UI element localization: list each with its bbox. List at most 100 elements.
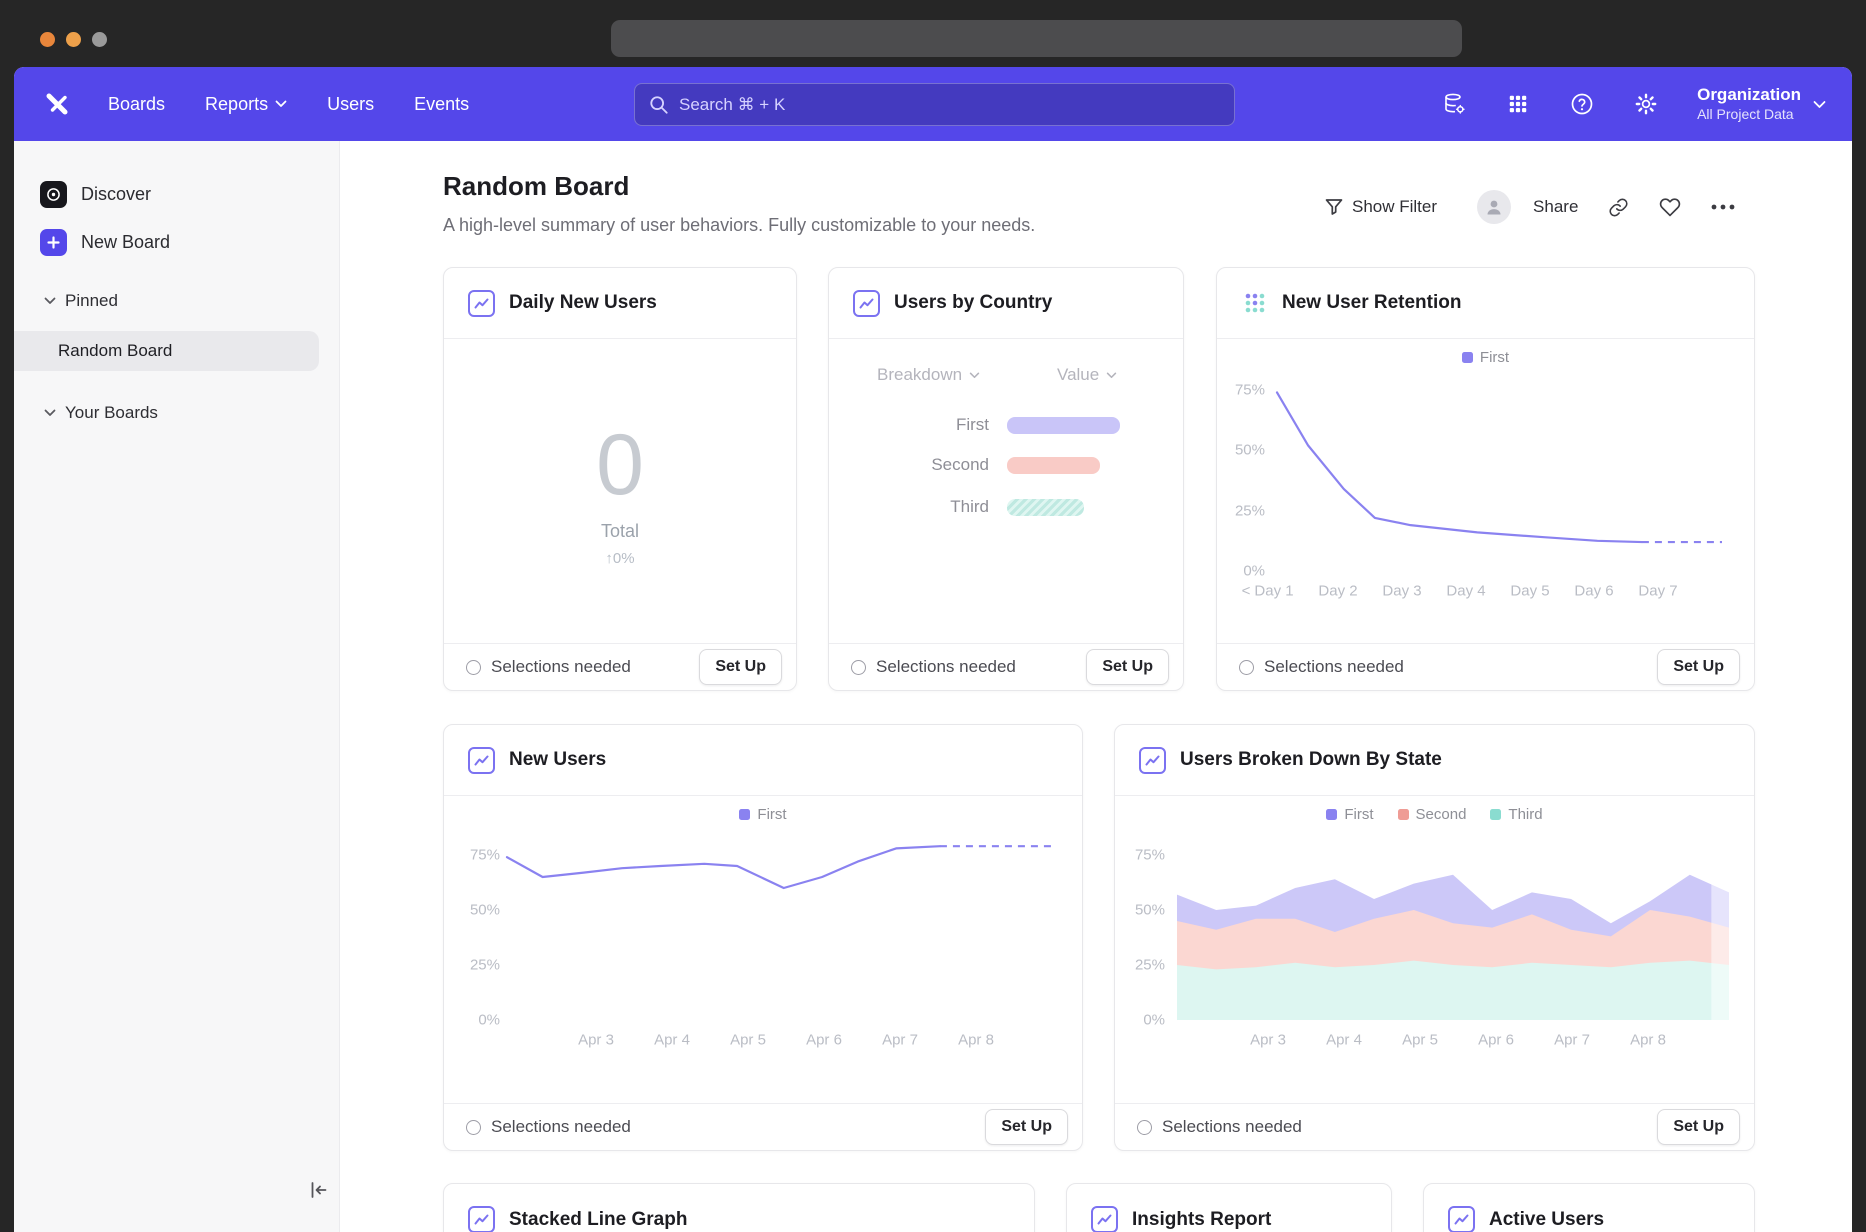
card-header: Stacked Line Graph xyxy=(444,1184,1034,1232)
status-text: Selections needed xyxy=(1264,657,1404,677)
search-input[interactable] xyxy=(679,95,1220,115)
setup-button[interactable]: Set Up xyxy=(1657,1109,1740,1145)
metric-delta: ↑0% xyxy=(605,550,634,567)
card-body: 0 Total ↑0% xyxy=(444,339,796,643)
value-bar[interactable] xyxy=(1007,417,1120,434)
window-zoom-button[interactable] xyxy=(92,32,107,47)
page-title: Random Board xyxy=(443,171,629,202)
legend-item[interactable]: First xyxy=(739,806,786,823)
sidebar-section-your-boards[interactable]: Your Boards xyxy=(44,403,158,423)
country-row: Second xyxy=(829,457,1183,474)
status-text: Selections needed xyxy=(491,1117,631,1137)
retention-chart: 75%50%25%0%<Day 1Day 2Day 3Day 4Day 5Day… xyxy=(1217,379,1756,614)
card-new-user-retention: New User Retention First 75%50%25%0%<Day… xyxy=(1216,267,1755,691)
search-bar[interactable] xyxy=(634,83,1235,126)
card-body: FirstSecondThird 75%50%25%0%Apr 3Apr 4Ap… xyxy=(1115,796,1754,1103)
setup-button[interactable]: Set Up xyxy=(1657,649,1740,685)
card-title[interactable]: Daily New Users xyxy=(509,292,657,314)
legend-swatch xyxy=(1398,809,1409,820)
legend-label: Second xyxy=(1416,806,1467,823)
copy-link-icon[interactable] xyxy=(1608,197,1629,218)
more-options-icon[interactable] xyxy=(1711,204,1735,210)
new-users-plot xyxy=(444,836,1084,1066)
breakdown-dropdown[interactable]: Breakdown xyxy=(877,365,980,385)
legend-item[interactable]: First xyxy=(1326,806,1373,823)
window-close-button[interactable] xyxy=(40,32,55,47)
discover-compass-icon xyxy=(40,181,67,208)
card-title[interactable]: Users by Country xyxy=(894,292,1052,314)
sidebar-item-random-board[interactable]: Random Board xyxy=(14,331,319,371)
org-switcher[interactable]: Organization All Project Data xyxy=(1697,85,1801,122)
nav-item-reports[interactable]: Reports xyxy=(205,94,287,115)
chart-legend: First xyxy=(444,806,1082,823)
metric-value: 0 xyxy=(596,416,644,515)
avatar[interactable] xyxy=(1477,190,1511,224)
org-name: Organization xyxy=(1697,85,1801,105)
setup-button[interactable]: Set Up xyxy=(1086,649,1169,685)
favorite-heart-icon[interactable] xyxy=(1659,197,1681,217)
line-chart-icon xyxy=(1091,1206,1118,1232)
card-insights-report: Insights Report xyxy=(1066,1183,1392,1232)
card-title[interactable]: Insights Report xyxy=(1132,1209,1271,1231)
metric-caption: Total xyxy=(601,521,639,542)
card-header: New User Retention xyxy=(1217,268,1754,339)
card-header: Active Users xyxy=(1424,1184,1754,1232)
line-chart-icon xyxy=(468,747,495,774)
status-text: Selections needed xyxy=(876,657,1016,677)
card-body: Breakdown Value First Second Third xyxy=(829,339,1183,643)
sidebar-section-pinned[interactable]: Pinned xyxy=(44,291,118,311)
nav-item-boards[interactable]: Boards xyxy=(108,94,165,115)
chart-legend: First xyxy=(1217,349,1754,366)
sidebar-item-discover[interactable]: Discover xyxy=(40,181,151,208)
legend-item[interactable]: First xyxy=(1462,349,1509,366)
card-title[interactable]: New Users xyxy=(509,749,606,771)
settings-gear-icon[interactable] xyxy=(1633,91,1659,117)
value-bar[interactable] xyxy=(1007,499,1084,516)
card-daily-new-users: Daily New Users 0 Total ↑0% Selections n… xyxy=(443,267,797,691)
browser-address-bar[interactable] xyxy=(611,20,1462,57)
share-button[interactable]: Share xyxy=(1533,197,1578,217)
legend-item[interactable]: Third xyxy=(1490,806,1542,823)
value-bar[interactable] xyxy=(1007,457,1100,474)
card-title[interactable]: Active Users xyxy=(1489,1209,1604,1231)
nav-item-events[interactable]: Events xyxy=(414,94,469,115)
show-filter-button[interactable]: Show Filter xyxy=(1352,197,1437,217)
setup-button[interactable]: Set Up xyxy=(699,649,782,685)
new-users-chart: 75%50%25%0%Apr 3Apr 4Apr 5Apr 6Apr 7Apr … xyxy=(444,836,1084,1066)
chevron-down-icon xyxy=(275,100,287,108)
sidebar-item-new-board[interactable]: New Board xyxy=(40,229,170,256)
chevron-down-icon xyxy=(969,372,980,379)
legend-label: First xyxy=(1344,806,1373,823)
filter-funnel-icon[interactable] xyxy=(1324,197,1344,217)
chevron-down-icon[interactable] xyxy=(1813,100,1826,109)
mixpanel-logo[interactable] xyxy=(42,89,72,119)
value-dropdown[interactable]: Value xyxy=(1057,365,1117,385)
chevron-down-icon xyxy=(44,297,56,305)
status-text: Selections needed xyxy=(1162,1117,1302,1137)
card-title[interactable]: Users Broken Down By State xyxy=(1180,749,1442,771)
line-chart-icon xyxy=(1139,747,1166,774)
card-header: Daily New Users xyxy=(444,268,796,339)
card-title[interactable]: Stacked Line Graph xyxy=(509,1209,687,1231)
chevron-down-icon xyxy=(44,409,56,417)
card-footer: Selections needed Set Up xyxy=(1217,643,1754,690)
collapse-sidebar-icon[interactable] xyxy=(306,1178,330,1202)
your-boards-section-label: Your Boards xyxy=(65,403,158,423)
card-title[interactable]: New User Retention xyxy=(1282,292,1461,314)
row-label: First xyxy=(849,415,989,435)
window-minimize-button[interactable] xyxy=(66,32,81,47)
status-circle-icon xyxy=(1239,660,1254,675)
nav-item-users[interactable]: Users xyxy=(327,94,374,115)
setup-button[interactable]: Set Up xyxy=(985,1109,1068,1145)
legend-swatch xyxy=(1326,809,1337,820)
sidebar: Discover New Board Pinned Random Board Y… xyxy=(14,141,340,1232)
legend-item[interactable]: Second xyxy=(1398,806,1467,823)
data-management-icon[interactable] xyxy=(1441,91,1467,117)
line-chart-icon xyxy=(468,1206,495,1232)
card-body: First 75%50%25%0%<Day 1Day 2Day 3Day 4Da… xyxy=(1217,339,1754,643)
navbar-right-controls: Organization All Project Data xyxy=(1441,67,1826,141)
card-new-users: New Users First 75%50%25%0%Apr 3Apr 4Apr… xyxy=(443,724,1083,1151)
apps-grid-icon[interactable] xyxy=(1505,91,1531,117)
help-icon[interactable] xyxy=(1569,91,1595,117)
card-users-by-state: Users Broken Down By State First Second Th… xyxy=(1114,724,1755,1151)
